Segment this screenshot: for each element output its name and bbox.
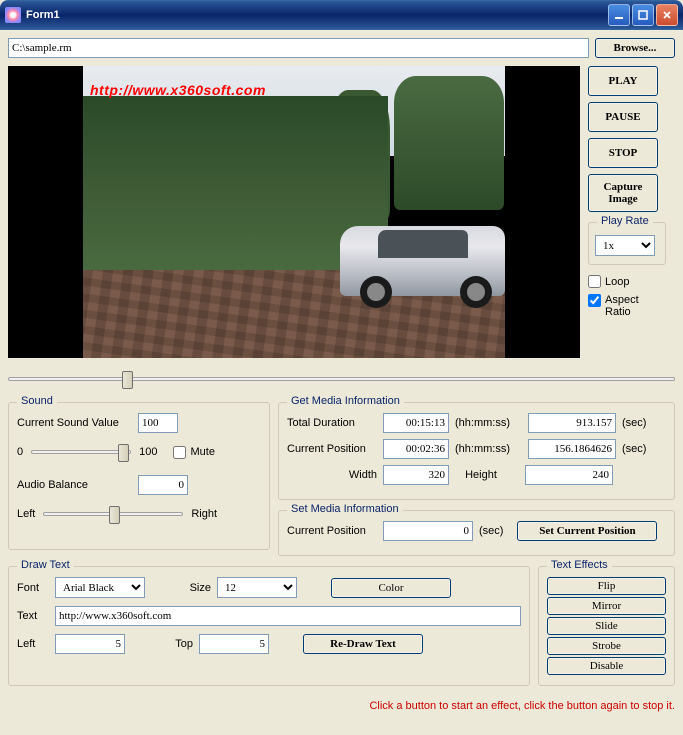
loop-checkbox[interactable]: [588, 275, 601, 288]
sec-label-2: (sec): [622, 443, 646, 455]
audio-balance-value[interactable]: [138, 475, 188, 495]
video-display: http://www.x360soft.com: [8, 66, 580, 358]
seek-slider[interactable]: [8, 366, 675, 392]
balance-left-label: Left: [17, 508, 35, 520]
close-button[interactable]: [656, 4, 678, 26]
loop-label: Loop: [605, 276, 629, 288]
file-path-input[interactable]: [8, 38, 589, 58]
total-duration-sec: [528, 413, 616, 433]
window-title: Form1: [26, 9, 608, 21]
color-button[interactable]: Color: [331, 578, 451, 598]
hint-text: Click a button to start an effect, click…: [8, 700, 675, 712]
strobe-button[interactable]: Strobe: [547, 637, 666, 655]
set-cur-pos-label: Current Position: [287, 525, 377, 537]
balance-right-label: Right: [191, 508, 217, 520]
play-rate-select[interactable]: 1x: [595, 235, 655, 256]
sound-max: 100: [139, 446, 157, 458]
current-sound-value[interactable]: [138, 413, 178, 433]
total-duration-unit: (hh:mm:ss): [455, 417, 510, 429]
play-rate-legend: Play Rate: [597, 215, 653, 227]
width-label: Width: [317, 469, 377, 481]
slide-button[interactable]: Slide: [547, 617, 666, 635]
pause-button[interactable]: PAUSE: [588, 102, 658, 132]
minimize-button[interactable]: [608, 4, 630, 26]
mute-label: Mute: [190, 446, 214, 458]
size-label: Size: [171, 582, 211, 594]
redraw-text-button[interactable]: Re-Draw Text: [303, 634, 423, 654]
set-media-legend: Set Media Information: [287, 503, 403, 515]
mute-checkbox[interactable]: [173, 446, 186, 459]
play-button[interactable]: PLAY: [588, 66, 658, 96]
media-width: [383, 465, 449, 485]
audio-balance-label: Audio Balance: [17, 479, 132, 491]
left-label: Left: [17, 638, 49, 650]
volume-slider[interactable]: [31, 439, 131, 465]
font-label: Font: [17, 582, 49, 594]
aspect-ratio-checkbox[interactable]: [588, 294, 601, 307]
set-current-position-button[interactable]: Set Current Position: [517, 521, 657, 541]
current-position-sec: [528, 439, 616, 459]
current-sound-label: Current Sound Value: [17, 417, 132, 429]
capture-image-button[interactable]: Capture Image: [588, 174, 658, 212]
app-icon: [5, 7, 21, 23]
balance-slider[interactable]: [43, 501, 183, 527]
get-media-legend: Get Media Information: [287, 395, 404, 407]
flip-button[interactable]: Flip: [547, 577, 666, 595]
video-overlay-text: http://www.x360soft.com: [90, 82, 266, 98]
current-position-label: Current Position: [287, 443, 377, 455]
total-duration-label: Total Duration: [287, 417, 377, 429]
title-bar: Form1: [0, 0, 683, 30]
current-position-unit: (hh:mm:ss): [455, 443, 510, 455]
top-label: Top: [153, 638, 193, 650]
current-position-hms: [383, 439, 449, 459]
set-sec-label: (sec): [479, 525, 503, 537]
set-cur-pos-input[interactable]: [383, 521, 473, 541]
sec-label-1: (sec): [622, 417, 646, 429]
mirror-button[interactable]: Mirror: [547, 597, 666, 615]
aspect-ratio-label: Aspect Ratio: [605, 294, 666, 318]
text-input[interactable]: [55, 606, 521, 626]
top-input[interactable]: [199, 634, 269, 654]
browse-button[interactable]: Browse...: [595, 38, 675, 58]
height-label: Height: [455, 469, 507, 481]
disable-button[interactable]: Disable: [547, 657, 666, 675]
stop-button[interactable]: STOP: [588, 138, 658, 168]
maximize-button[interactable]: [632, 4, 654, 26]
media-height: [525, 465, 613, 485]
size-select[interactable]: 12: [217, 577, 297, 598]
text-label: Text: [17, 610, 49, 622]
draw-text-legend: Draw Text: [17, 559, 74, 571]
left-input[interactable]: [55, 634, 125, 654]
text-effects-legend: Text Effects: [547, 559, 612, 571]
total-duration-hms: [383, 413, 449, 433]
sound-legend: Sound: [17, 395, 57, 407]
sound-min: 0: [17, 446, 23, 458]
font-select[interactable]: Arial Black: [55, 577, 145, 598]
